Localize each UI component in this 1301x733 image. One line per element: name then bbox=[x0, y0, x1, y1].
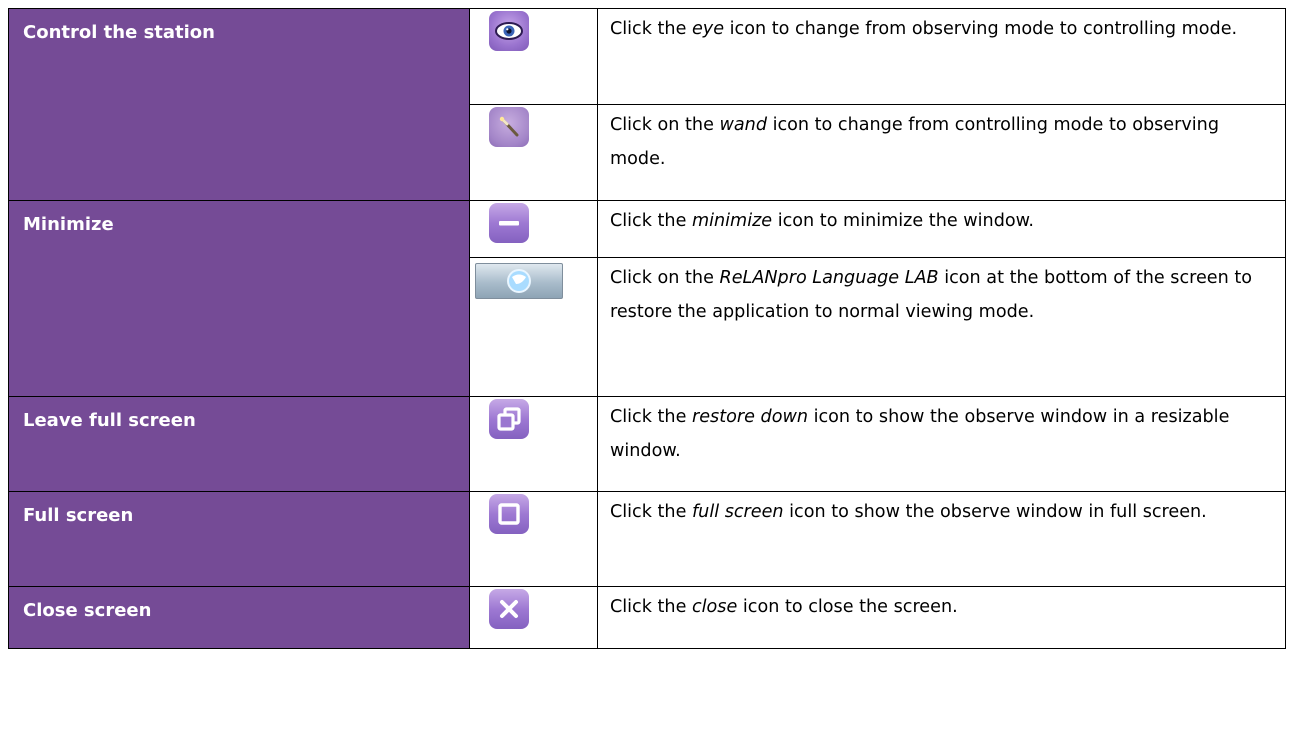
description-emphasis: ReLANpro Language LAB bbox=[719, 268, 939, 288]
description-cell: Click the close icon to close the screen… bbox=[597, 586, 1286, 649]
description-cell: Click on the ReLANpro Language LAB icon … bbox=[597, 257, 1286, 397]
table-row: Minimize Click the minimize icon to mini… bbox=[8, 200, 1286, 397]
description-emphasis: minimize bbox=[691, 211, 773, 231]
description-text: icon to minimize the window. bbox=[772, 211, 1034, 231]
description-cell: Click on the wand icon to change from co… bbox=[597, 104, 1286, 201]
reference-table: Control the station Click the eye icon t… bbox=[8, 8, 1286, 649]
table-row: Leave full screen Click the restore down… bbox=[8, 396, 1286, 492]
description-cell: Click the restore down icon to show the … bbox=[597, 396, 1286, 492]
icon-cell bbox=[469, 491, 598, 587]
eye-icon bbox=[489, 11, 529, 51]
description-cell: Click the full screen icon to show the o… bbox=[597, 491, 1286, 587]
feature-label: Leave full screen bbox=[23, 410, 196, 431]
feature-cell: Close screen bbox=[8, 586, 470, 649]
description-emphasis: full screen bbox=[691, 502, 784, 522]
description-text: icon to show the observe window in full … bbox=[783, 502, 1207, 522]
table-row: Control the station Click the eye icon t… bbox=[8, 8, 1286, 201]
table-row: Close screen Click the close icon to clo… bbox=[8, 586, 1286, 649]
feature-label: Close screen bbox=[23, 600, 152, 621]
feature-cell: Control the station bbox=[8, 8, 470, 201]
feature-label: Full screen bbox=[23, 505, 134, 526]
description-emphasis: restore down bbox=[691, 407, 808, 427]
icon-cell bbox=[469, 586, 598, 649]
minimize-icon bbox=[489, 203, 529, 243]
table-row: Full screen Click the full screen icon t… bbox=[8, 491, 1286, 587]
description-text: Click the bbox=[610, 597, 692, 617]
icon-cell bbox=[469, 8, 598, 105]
icon-cell bbox=[469, 104, 598, 201]
description-emphasis: eye bbox=[691, 19, 725, 39]
close-icon bbox=[489, 589, 529, 629]
icon-cell bbox=[469, 257, 598, 397]
full-screen-icon bbox=[489, 494, 529, 534]
description-text: Click the bbox=[610, 211, 692, 231]
description-cell: Click the minimize icon to minimize the … bbox=[597, 200, 1286, 258]
description-cell: Click the eye icon to change from observ… bbox=[597, 8, 1286, 105]
restore-down-icon bbox=[489, 399, 529, 439]
wand-icon bbox=[489, 107, 529, 147]
description-text: Click the bbox=[610, 407, 692, 427]
icon-cell bbox=[469, 396, 598, 492]
description-emphasis: close bbox=[691, 597, 738, 617]
description-text: icon to close the screen. bbox=[737, 597, 958, 617]
feature-cell: Minimize bbox=[8, 200, 470, 397]
feature-cell: Full screen bbox=[8, 491, 470, 587]
description-emphasis: wand bbox=[719, 115, 768, 135]
icon-cell bbox=[469, 200, 598, 258]
feature-label: Control the station bbox=[23, 22, 215, 43]
description-text: Click on the bbox=[610, 115, 720, 135]
description-text: Click the bbox=[610, 502, 692, 522]
feature-label: Minimize bbox=[23, 214, 114, 235]
description-text: Click the bbox=[610, 19, 692, 39]
feature-cell: Leave full screen bbox=[8, 396, 470, 492]
description-text: icon to change from observing mode to co… bbox=[724, 19, 1238, 39]
taskbar-app-icon bbox=[475, 263, 563, 299]
description-text: Click on the bbox=[610, 268, 720, 288]
